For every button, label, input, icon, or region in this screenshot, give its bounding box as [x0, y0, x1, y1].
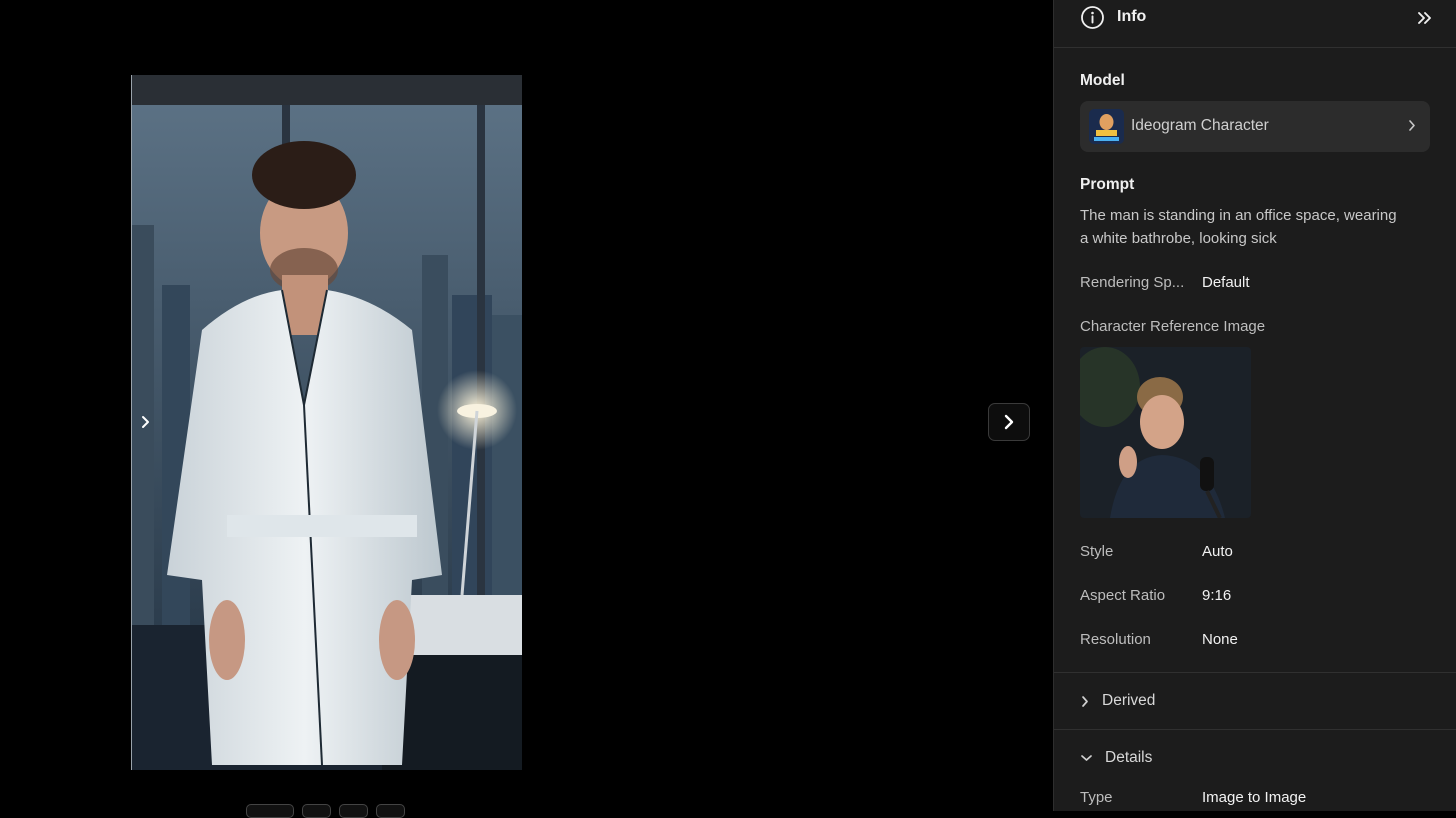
next-image-button[interactable] — [988, 403, 1030, 441]
character-reference-illustration — [1080, 347, 1251, 518]
divider — [1054, 729, 1456, 730]
previous-image-button[interactable] — [137, 413, 153, 431]
generated-image-illustration — [132, 75, 522, 770]
collapse-panel-button[interactable] — [1414, 8, 1436, 28]
type-value: Image to Image — [1202, 789, 1307, 806]
aspect-ratio-value: 9:16 — [1202, 587, 1232, 604]
model-label: Model — [1080, 72, 1125, 89]
thumbnail-strip — [246, 804, 405, 818]
prompt-label: Prompt — [1080, 176, 1135, 193]
character-reference-label: Character Reference Image — [1080, 318, 1266, 335]
model-avatar — [1089, 109, 1124, 144]
chevron-down-icon — [1081, 755, 1092, 761]
model-logo-icon — [1089, 109, 1124, 144]
rendering-speed-label: Rendering Sp... — [1080, 274, 1185, 291]
character-reference-image[interactable] — [1080, 347, 1251, 518]
details-section-toggle[interactable]: Details — [1080, 749, 1152, 767]
thumbnail[interactable] — [376, 804, 405, 818]
thumbnail[interactable] — [302, 804, 331, 818]
double-chevron-right-icon — [1418, 12, 1431, 24]
derived-label: Derived — [1102, 692, 1156, 709]
model-selector[interactable]: Ideogram Character — [1080, 101, 1430, 152]
chevron-right-icon — [1082, 695, 1088, 707]
aspect-ratio-label: Aspect Ratio — [1080, 587, 1166, 604]
thumbnail[interactable] — [246, 804, 294, 818]
derived-section-toggle[interactable]: Derived — [1080, 692, 1155, 710]
panel-header: Info — [1054, 0, 1456, 48]
info-icon — [1081, 6, 1104, 29]
chevron-right-icon — [1409, 120, 1415, 131]
image-viewer — [0, 0, 1053, 818]
panel-title: Info — [1117, 8, 1147, 25]
style-value: Auto — [1202, 543, 1233, 560]
resolution-value: None — [1202, 631, 1238, 648]
info-panel: Info Model Ideogram Character Prompt The… — [1053, 0, 1456, 811]
details-label: Details — [1105, 749, 1153, 766]
divider — [1054, 672, 1456, 673]
chevron-right-icon — [1004, 414, 1014, 430]
generated-image[interactable] — [131, 75, 522, 770]
chevron-right-icon — [142, 416, 149, 428]
model-name: Ideogram Character — [1131, 117, 1269, 134]
style-label: Style — [1080, 543, 1114, 560]
rendering-speed-value: Default — [1202, 274, 1250, 291]
type-label: Type — [1080, 789, 1113, 806]
prompt-text: The man is standing in an office space, … — [1080, 207, 1397, 247]
resolution-label: Resolution — [1080, 631, 1151, 648]
thumbnail[interactable] — [339, 804, 368, 818]
